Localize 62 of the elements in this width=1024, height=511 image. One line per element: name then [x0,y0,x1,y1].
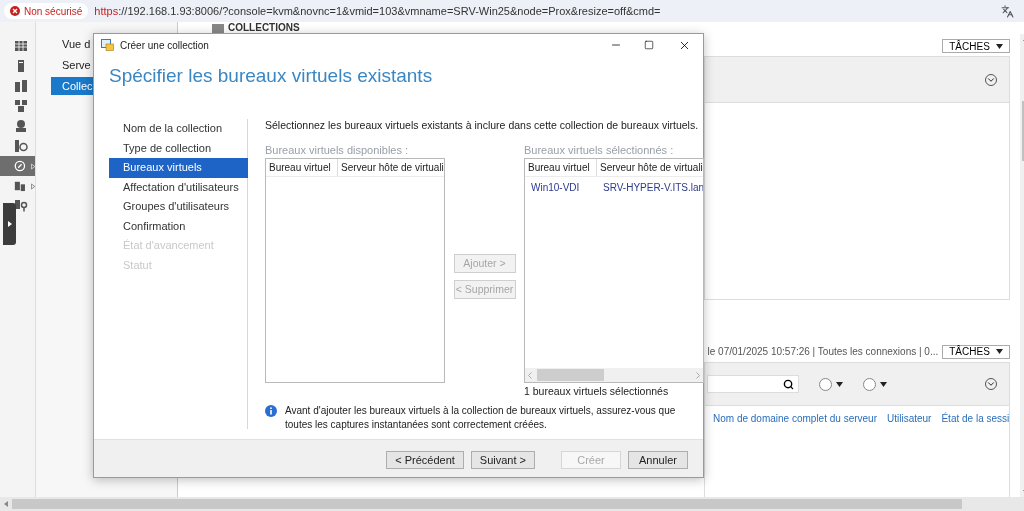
tool-icon [14,139,28,153]
column-header[interactable]: Serveur hôte de virtuali [597,159,703,176]
dropdown-icon [836,381,843,387]
expand-icon [7,221,12,227]
list-label: Bureaux virtuels disponibles : [265,143,410,157]
connections-summary: le 07/01/2025 10:57:26 | Toutes les connexions | 0... [707,345,939,359]
tasks-button[interactable]: TÂCHES [942,344,1011,359]
selected-count: 1 bureaux virtuels sélectionnés [524,384,670,398]
app-icon [101,39,114,51]
tool-icon [14,99,28,113]
column-header[interactable]: Serveur hôte de virtuali [338,159,444,176]
expand-icon [30,182,35,190]
wizard-step[interactable]: Confirmation [109,216,247,236]
search-icon [783,378,794,390]
view-menu[interactable] [863,377,887,391]
info-icon [265,405,277,417]
column-header[interactable]: Bureau virtuel [266,159,338,176]
tool-icon [14,159,26,173]
info-text: Avant d'ajouter les bureaux virtuels à la collection de bureaux virtuels, assurez-vous que toutes les captures instantanées sont correctement créées. [285,404,677,432]
collapse-tab[interactable] [3,203,16,245]
tool-icon [14,39,28,53]
security-badge[interactable]: Non sécurisé [4,3,89,19]
tool-icon [14,79,28,93]
list-cell[interactable]: SRV-HYPER-V.ITS.lan [597,179,703,195]
wizard-step[interactable]: Bureaux virtuels [109,158,248,178]
description-text: Sélectionnez les bureaux virtuels existants à inclure dans cette collection de bureaux virtuels. [265,119,700,132]
dropdown-icon [880,381,887,387]
wizard-step[interactable]: Groupes d'utilisateurs [109,197,247,217]
dropdown-icon [996,43,1004,49]
url-text[interactable]: https://192.168.1.93:8006/?console=kvm&novnc=1&vmid=103&vmname=SRV-Win25&node=Prox&resize=off&cmd= [94,2,661,20]
nav-item[interactable]: Vue d [51,35,95,53]
column-header[interactable]: Bureau virtuel [525,159,597,176]
list-cell[interactable]: Win10-VDI [525,179,597,195]
window-title: Créer une collection [120,38,209,53]
column-header[interactable]: État de la sessi [941,411,1010,424]
dropdown-icon [996,349,1004,354]
wizard-button[interactable]: < Précédent [386,450,464,469]
nav-item[interactable]: Collec [51,77,95,95]
dialog-heading: Spécifier les bureaux virtuels existants [109,63,433,88]
scroll-left-icon[interactable] [4,501,8,507]
horizontal-scrollbar[interactable] [0,497,1024,511]
tool-icon [14,119,28,133]
column-header[interactable]: Utilisateur [887,411,932,424]
warning-icon [10,6,20,16]
view-menu[interactable] [819,377,843,391]
nav-item[interactable]: Serve [51,56,95,74]
wizard-step[interactable]: Nom de la collection [109,119,247,139]
translate-icon[interactable] [1001,4,1014,18]
wizard-step[interactable]: Type de collection [109,138,247,158]
column-header[interactable]: Nom de domaine complet du serveur [713,411,877,424]
rail-item[interactable] [0,156,35,176]
section-title: COLLECTIONS [228,22,300,33]
list-label: Bureaux virtuels sélectionnés : [524,143,675,157]
wizard-button[interactable]: Annuler [628,450,688,469]
maximize-icon[interactable] [644,40,654,50]
section-icon [212,24,224,33]
wizard-step[interactable]: Affectation d'utilisateurs [109,177,247,197]
tool-icon [14,179,26,193]
tasks-button[interactable]: TÂCHES [942,39,1011,53]
search-field[interactable] [707,375,799,393]
wizard-button[interactable]: Suivant > [470,450,535,469]
tool-icon [14,199,28,213]
